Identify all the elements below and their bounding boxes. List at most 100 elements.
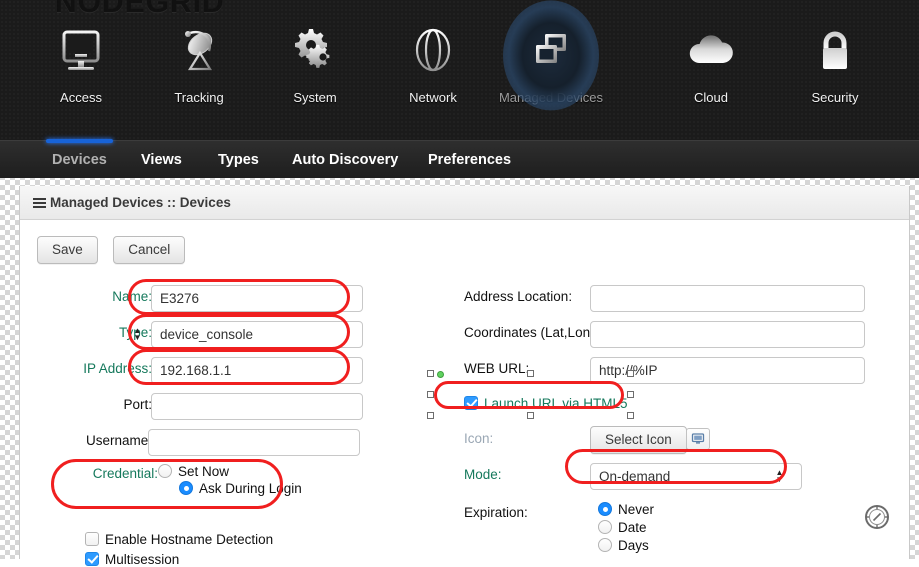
- field-row-port: Port:: [20, 390, 450, 426]
- field-row-ip-address: IP Address:: [20, 354, 450, 390]
- port-input[interactable]: [151, 393, 363, 420]
- credential-label: Credential:: [92, 466, 158, 481]
- select-icon-button[interactable]: Select Icon: [590, 426, 687, 454]
- nav-label: Cloud: [694, 90, 728, 105]
- padlock-icon: [776, 14, 894, 88]
- address-location-label: Address Location:: [464, 289, 573, 304]
- mode-select[interactable]: On-demand: [590, 463, 802, 490]
- field-row-address-location: Address Location:: [450, 282, 910, 318]
- tab-preferences[interactable]: Preferences: [428, 141, 511, 179]
- type-label: Type:: [118, 325, 152, 340]
- field-row-coordinates: Coordinates (Lat,Lon):: [450, 318, 910, 354]
- coordinates-label: Coordinates (Lat,Lon):: [464, 325, 599, 340]
- credential-option-label: Set Now: [178, 464, 230, 479]
- radio-never[interactable]: [598, 502, 612, 516]
- monitor-icon: [22, 14, 140, 88]
- page-title: Managed Devices :: Devices: [50, 195, 231, 210]
- checkbox-enable-hostname-detection[interactable]: [85, 532, 99, 546]
- coordinates-input[interactable]: [590, 321, 865, 348]
- cloud-icon: [652, 14, 770, 88]
- nav-label: Access: [60, 90, 102, 105]
- windows-stack-icon: [492, 0, 610, 111]
- expiration-label: Expiration:: [464, 505, 528, 520]
- icon-preview-button[interactable]: [686, 428, 710, 450]
- field-row-name: Name:: [20, 282, 450, 318]
- nav-item-security[interactable]: Security: [776, 14, 894, 105]
- credential-option-set-now[interactable]: Set Now: [158, 464, 302, 479]
- monitor-icon: [691, 433, 705, 444]
- form-toolbar: Save Cancel: [37, 236, 186, 264]
- expiration-option-label: Never: [618, 502, 655, 517]
- credential-option-label: Ask During Login: [199, 481, 302, 496]
- checkbox-label: Launch URL via HTML5: [484, 396, 628, 411]
- form-right-column: Address Location: Coordinates (Lat,Lon):…: [450, 282, 910, 556]
- tab-types[interactable]: Types: [218, 141, 259, 179]
- expiration-option-date[interactable]: Date: [598, 520, 654, 535]
- radio-set-now[interactable]: [158, 464, 172, 478]
- tab-views[interactable]: Views: [141, 141, 182, 179]
- nav-label: Tracking: [174, 90, 224, 105]
- checkbox-row-hostname-detection[interactable]: Enable Hostname Detection: [85, 532, 273, 547]
- expiration-option-never[interactable]: Never: [598, 502, 654, 517]
- globe-icon: [374, 14, 492, 88]
- credential-option-ask-during-login[interactable]: Ask During Login: [179, 481, 302, 496]
- top-icon-bar: NODEGRID Access Tracking System Network …: [0, 0, 919, 140]
- field-row-web-url: WEB URL:: [450, 354, 910, 390]
- nav-label: Network: [409, 90, 457, 105]
- field-row-launch-html5: Launch URL via HTML5: [450, 390, 910, 424]
- field-row-type: Type: device_console ▲ ▼: [20, 318, 450, 354]
- checkbox-row-multisession[interactable]: Multisession: [85, 552, 273, 567]
- radio-ask-during-login[interactable]: [179, 481, 193, 495]
- address-location-input[interactable]: [590, 285, 865, 312]
- web-url-input[interactable]: [590, 357, 865, 384]
- username-label: Username:: [85, 433, 152, 448]
- checkbox-multisession[interactable]: [85, 552, 99, 566]
- tab-auto-discovery[interactable]: Auto Discovery: [292, 141, 398, 179]
- checkbox-row-launch-url-html5[interactable]: Launch URL via HTML5: [464, 396, 628, 411]
- type-select[interactable]: device_console: [151, 321, 363, 348]
- icon-label: Icon:: [464, 431, 494, 446]
- field-row-icon: Icon: Select Icon: [450, 424, 910, 460]
- left-checkbox-group: Enable Hostname Detection Multisession: [85, 532, 273, 567]
- name-label: Name:: [112, 289, 152, 304]
- satellite-dish-icon: [140, 14, 258, 88]
- compass-icon[interactable]: [863, 503, 891, 536]
- nav-item-tracking[interactable]: Tracking: [140, 14, 258, 105]
- field-row-mode: Mode: On-demand ▲ ▼: [450, 460, 910, 496]
- save-button[interactable]: Save: [37, 236, 98, 264]
- nav-item-network[interactable]: Network: [374, 14, 492, 105]
- content-panel: Managed Devices :: Devices Save Cancel N…: [19, 186, 910, 567]
- nav-item-cloud[interactable]: Cloud: [652, 14, 770, 105]
- field-row-username: Username:: [20, 426, 450, 462]
- expiration-option-days[interactable]: Days: [598, 538, 654, 553]
- tab-devices[interactable]: Devices: [46, 139, 113, 179]
- username-input[interactable]: [148, 429, 360, 456]
- web-url-label: WEB URL:: [464, 361, 530, 376]
- form-left-column: Name: Type: device_console ▲▼ IP Address…: [20, 282, 450, 567]
- name-input[interactable]: [151, 285, 363, 312]
- panel-header: Managed Devices :: Devices: [20, 186, 909, 220]
- ip-address-input[interactable]: [151, 357, 363, 384]
- mode-label: Mode:: [464, 467, 502, 482]
- radio-date[interactable]: [598, 520, 612, 534]
- primary-nav: Access Tracking System Network Cloud Sec…: [0, 0, 919, 134]
- nav-label: System: [293, 90, 337, 105]
- checkbox-launch-url-html5[interactable]: [464, 396, 478, 410]
- field-row-expiration: Expiration: Never Date Days: [450, 496, 910, 556]
- expiration-option-label: Days: [618, 538, 649, 553]
- hamburger-icon[interactable]: [33, 197, 46, 208]
- cancel-button[interactable]: Cancel: [113, 236, 186, 264]
- port-label: Port:: [123, 397, 152, 412]
- checkbox-label: Enable Hostname Detection: [105, 532, 274, 547]
- ip-address-label: IP Address:: [83, 361, 152, 376]
- checkbox-label: Multisession: [105, 552, 180, 567]
- radio-days[interactable]: [598, 538, 612, 552]
- gears-icon: [256, 14, 374, 88]
- nav-item-system[interactable]: System: [256, 14, 374, 105]
- nav-item-access[interactable]: Access: [22, 14, 140, 105]
- nav-item-managed-devices[interactable]: Managed Devices: [492, 0, 610, 111]
- expiration-option-label: Date: [618, 520, 647, 535]
- secondary-nav: Devices Views Types Auto Discovery Prefe…: [0, 139, 919, 179]
- nav-label: Security: [811, 90, 859, 105]
- field-row-credential: Credential: Set Now Ask During Login: [20, 462, 450, 508]
